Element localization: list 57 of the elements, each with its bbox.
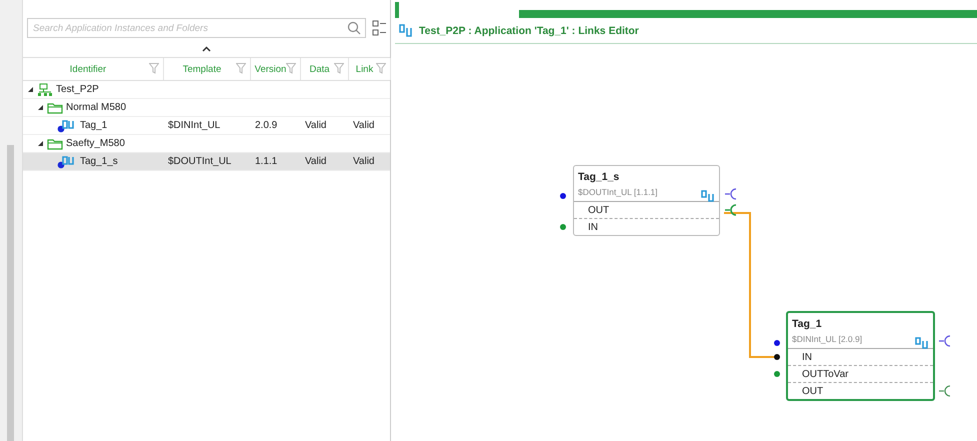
expand-triangle-icon[interactable] bbox=[37, 104, 44, 111]
table-cell-text: Valid bbox=[352, 120, 376, 131]
table-cell-text: Valid bbox=[304, 156, 328, 167]
input-pin-icon[interactable] bbox=[774, 371, 780, 377]
column-header[interactable]: Data bbox=[301, 58, 349, 80]
network-icon bbox=[37, 82, 53, 96]
output-socket-icon[interactable] bbox=[725, 188, 739, 200]
tree-row[interactable]: Tag_1 $DINInt_UL 2.0.9 Valid Valid bbox=[23, 117, 390, 135]
output-socket-icon[interactable] bbox=[939, 335, 953, 347]
instance-link-icon bbox=[57, 118, 77, 132]
port-label: OUT bbox=[588, 204, 610, 216]
instance-link-icon bbox=[57, 154, 77, 168]
output-socket-icon[interactable] bbox=[939, 385, 953, 397]
table-cell-text: $DINInt_UL bbox=[167, 120, 222, 131]
tree-row[interactable]: Normal M580 bbox=[23, 99, 390, 117]
tree-item-label: Tag_1_s bbox=[80, 156, 118, 167]
link-icon bbox=[701, 190, 715, 202]
port-label: OUTToVar bbox=[802, 368, 848, 380]
input-pin-icon[interactable] bbox=[560, 193, 566, 199]
input-pin-icon[interactable] bbox=[774, 354, 780, 360]
expand-triangle-icon[interactable] bbox=[27, 86, 34, 93]
block-template: $DINInt_UL [2.0.9] bbox=[792, 334, 862, 344]
input-pin-icon[interactable] bbox=[774, 340, 780, 346]
scrollbar-thumb[interactable] bbox=[7, 145, 14, 441]
tree-item-label: Test_P2P bbox=[56, 84, 99, 95]
port-label: IN bbox=[588, 222, 598, 232]
table-cell-text: 2.0.9 bbox=[254, 120, 278, 131]
folder-icon bbox=[47, 102, 63, 114]
input-pin-icon[interactable] bbox=[560, 224, 566, 230]
expand-triangle-icon[interactable] bbox=[37, 140, 44, 147]
link-icon bbox=[915, 337, 929, 349]
column-header[interactable]: Identifier bbox=[23, 58, 164, 80]
tree-row[interactable]: Tag_1_s $DOUTInt_UL 1.1.1 Valid Valid bbox=[23, 153, 390, 171]
column-header[interactable]: Link bbox=[349, 58, 391, 80]
table-cell-text: 1.1.1 bbox=[254, 156, 278, 167]
tree-row[interactable]: Test_P2P bbox=[23, 81, 390, 99]
tree-item-label: Saefty_M580 bbox=[66, 138, 125, 149]
output-socket-icon[interactable] bbox=[725, 204, 739, 216]
editor-title: Test_P2P : Application 'Tag_1' : Links Editor bbox=[419, 24, 639, 36]
block-title: Tag_1 bbox=[792, 318, 823, 330]
tree-item-label: Tag_1 bbox=[80, 120, 108, 131]
tree-view-icon[interactable] bbox=[372, 20, 386, 36]
folder-icon bbox=[47, 138, 63, 150]
tree-item-label: Normal M580 bbox=[66, 102, 126, 113]
port-label: IN bbox=[802, 352, 812, 362]
search-icon[interactable] bbox=[347, 21, 361, 35]
column-header[interactable]: Template bbox=[164, 58, 251, 80]
block-title: Tag_1_s bbox=[578, 171, 620, 183]
collapse-caret-icon[interactable] bbox=[202, 46, 211, 52]
search-field[interactable]: Search Application Instances and Folders bbox=[27, 18, 366, 38]
table-cell-text: Valid bbox=[352, 156, 376, 167]
block-template: $DOUTInt_UL [1.1.1] bbox=[578, 187, 658, 197]
port-label: OUT bbox=[802, 386, 824, 396]
column-header[interactable]: Version bbox=[251, 58, 301, 80]
link-icon bbox=[398, 24, 414, 38]
table-cell-text: $DOUTInt_UL bbox=[167, 156, 232, 167]
table-cell-text: Valid bbox=[304, 120, 328, 131]
